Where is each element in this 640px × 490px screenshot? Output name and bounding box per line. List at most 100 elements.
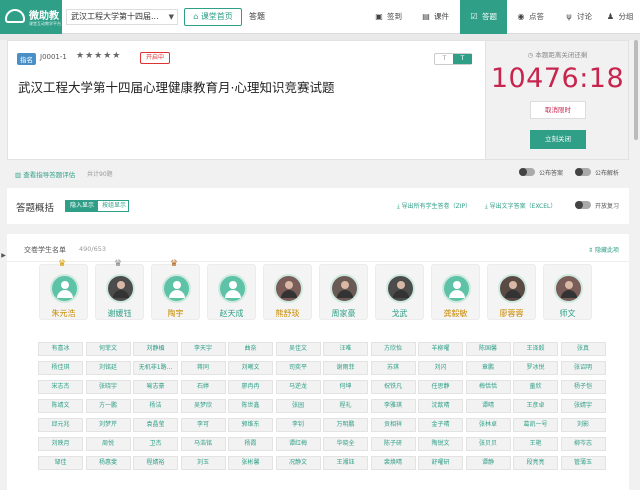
student-name[interactable]: 郭维东	[228, 418, 273, 432]
student-name[interactable]: 裴焕晴	[370, 456, 416, 470]
student-name[interactable]: 谭静	[465, 456, 511, 470]
student-name[interactable]: 羊柳曜	[418, 342, 463, 356]
student-name[interactable]: 张晓宇	[85, 380, 131, 394]
student-name[interactable]: 刘铭廷	[85, 361, 131, 375]
student-name[interactable]: 张婧宇	[560, 399, 606, 413]
toggle-left[interactable]: T	[435, 54, 454, 64]
app-logo[interactable]: 微助教 课堂互动教学平台	[0, 0, 62, 34]
seg-group-display[interactable]: 按组显示	[98, 201, 130, 211]
top-submitter-tile[interactable]: 龚毅敏	[431, 264, 480, 320]
nav-6[interactable]: ♟ 分组	[600, 0, 640, 34]
top-submitter-tile[interactable]: ♛ 陶宇	[151, 260, 200, 320]
student-name[interactable]: 吴梦欣	[180, 399, 226, 413]
student-name[interactable]: 杨霞	[228, 437, 273, 451]
nav-3[interactable]: ☑ 答题	[460, 0, 507, 34]
student-name[interactable]: 管薄玉	[560, 456, 606, 470]
student-name[interactable]: 司奕平	[275, 361, 321, 375]
student-name[interactable]: 石婷	[180, 380, 226, 394]
student-name[interactable]: 梅恬恬	[465, 380, 511, 394]
close-now-button[interactable]: 立刻关闭	[530, 130, 586, 149]
student-name[interactable]: 王彦卓	[513, 399, 558, 413]
course-selector[interactable]: 武汉工程大学第十四届... ▼	[66, 9, 178, 25]
student-name[interactable]: 张真	[560, 342, 606, 356]
student-name[interactable]: 杨惠斐	[85, 456, 131, 470]
student-name[interactable]: 周悦	[85, 437, 131, 451]
student-name[interactable]: 张林卓	[465, 418, 511, 432]
student-name[interactable]: 王泽毅	[513, 342, 558, 356]
student-name[interactable]: 陈靖文	[38, 399, 83, 413]
student-name[interactable]: 童欣	[513, 380, 558, 394]
student-name[interactable]: 邹佳	[38, 456, 83, 470]
top-submitter-tile[interactable]: 师文	[543, 264, 592, 320]
student-name[interactable]: 无机非1路...	[133, 361, 178, 375]
student-name[interactable]: 李天宇	[180, 342, 226, 356]
student-name[interactable]: 况静文	[275, 456, 321, 470]
student-name[interactable]: 方一鹏	[85, 399, 131, 413]
nav-4[interactable]: ◉ 点答	[507, 0, 554, 34]
student-name[interactable]: 汪唯	[323, 342, 368, 356]
seg-hidden-display[interactable]: 隐入显示	[66, 201, 98, 211]
top-submitter-tile[interactable]: ♛ 朱元浩	[39, 260, 88, 320]
student-name[interactable]: 万明鹏	[323, 418, 368, 432]
student-name[interactable]: 王艳	[513, 437, 558, 451]
student-name[interactable]: 张彬馨	[228, 456, 273, 470]
export-all-link[interactable]: ⤓ 导出所有学生答卷（ZIP）	[397, 201, 471, 211]
student-name[interactable]: 段亮亮	[513, 456, 558, 470]
student-name[interactable]: 张园	[275, 399, 321, 413]
student-name[interactable]: 罗冰悦	[513, 361, 558, 375]
student-name[interactable]: 程婧裕	[133, 456, 178, 470]
student-name[interactable]: 李可	[180, 418, 226, 432]
student-name[interactable]: 方欣怡	[370, 342, 416, 356]
student-name[interactable]: 贡相祥	[370, 418, 416, 432]
student-name[interactable]: 何菲文	[85, 342, 131, 356]
student-name[interactable]: 廖冉冉	[228, 380, 273, 394]
student-name[interactable]: 舒曜研	[418, 456, 463, 470]
student-name[interactable]: 章鹏	[465, 361, 511, 375]
student-name[interactable]: 程礼	[323, 399, 368, 413]
public-answer-toggle[interactable]	[519, 168, 535, 176]
student-name[interactable]: 宋志杰	[38, 380, 83, 394]
student-name[interactable]: 任思静	[418, 380, 463, 394]
view-report-link[interactable]: ▥ 查看指导答题评估	[15, 169, 75, 179]
student-name[interactable]: 邱元兆	[38, 418, 83, 432]
student-name[interactable]: 何坤	[323, 380, 368, 394]
student-name[interactable]: 杨洁	[133, 399, 178, 413]
student-name[interactable]: 祝铁凡	[370, 380, 416, 394]
top-submitter-tile[interactable]: 廖蓉蓉	[487, 264, 536, 320]
student-name[interactable]: 柳岑志	[560, 437, 606, 451]
public-analysis-toggle[interactable]	[575, 168, 591, 176]
student-name[interactable]: 刘梦芹	[85, 418, 131, 432]
hide-list-link[interactable]: ⇕ 隐藏此项	[588, 245, 619, 254]
top-submitter-tile[interactable]: 赵天成	[207, 264, 256, 320]
nav-5[interactable]: ψ 讨论	[555, 0, 602, 34]
top-submitter-tile[interactable]: 周家豪	[319, 264, 368, 320]
tf-toggle[interactable]: T T	[434, 53, 472, 65]
student-name[interactable]: 陶锐文	[418, 437, 463, 451]
student-name[interactable]: 刘影	[560, 418, 606, 432]
student-name[interactable]: 蒋同	[180, 361, 226, 375]
student-name[interactable]: 谭晴	[465, 399, 511, 413]
course-home-button[interactable]: ⌂ 课堂首页	[184, 8, 242, 26]
student-name[interactable]: 刘闪	[418, 361, 463, 375]
student-name[interactable]: 沈歆晴	[418, 399, 463, 413]
student-name[interactable]: 陈世鑫	[228, 399, 273, 413]
student-name[interactable]: 华晓全	[323, 437, 368, 451]
student-name[interactable]: 李雅琪	[370, 399, 416, 413]
student-name[interactable]: 杨子恺	[560, 380, 606, 394]
student-name[interactable]: 陈国馨	[465, 342, 511, 356]
student-name[interactable]: 李钊	[275, 418, 321, 432]
student-name[interactable]: 杨佳琪	[38, 361, 83, 375]
student-name[interactable]: 金子晴	[418, 418, 463, 432]
review-toggle[interactable]	[575, 201, 591, 209]
student-name[interactable]: 刘曦文	[228, 361, 273, 375]
side-collapse-arrow[interactable]: ▶	[0, 248, 7, 264]
student-name[interactable]: 马逆龙	[275, 380, 321, 394]
display-mode-toggle[interactable]: 隐入显示 按组显示	[65, 200, 129, 212]
top-submitter-tile[interactable]: ♛ 谢媛钰	[95, 260, 144, 320]
toggle-right[interactable]: T	[453, 54, 472, 64]
student-name[interactable]: 卫杰	[133, 437, 178, 451]
student-name[interactable]: 谢雨菲	[323, 361, 368, 375]
student-name[interactable]: 谭红梅	[275, 437, 321, 451]
top-submitter-tile[interactable]: 熊舒琰	[263, 264, 312, 320]
student-name[interactable]: 刘静楣	[133, 342, 178, 356]
